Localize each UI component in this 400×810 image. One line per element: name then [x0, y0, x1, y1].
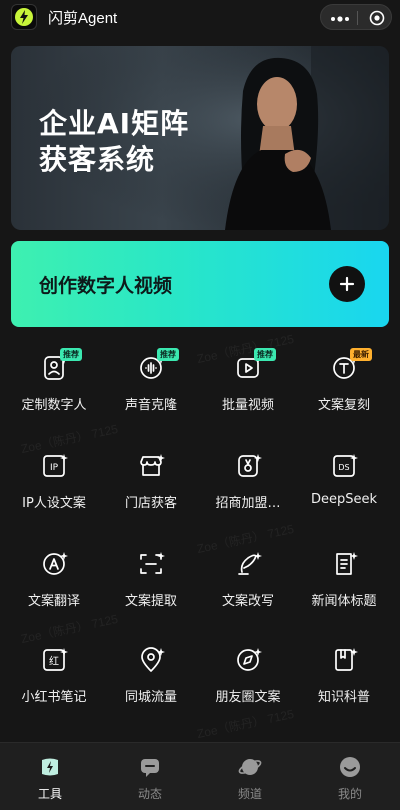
tool-label: 新闻体标题	[311, 594, 377, 609]
knowledge-book-icon	[330, 646, 358, 674]
nav-label: 我的	[337, 787, 362, 801]
tool-badge: 推荐	[60, 348, 82, 361]
create-card-label: 创作数字人视频	[39, 275, 173, 297]
tool-label: DeepSeek	[310, 492, 378, 507]
nav-label: 工具	[37, 787, 62, 801]
nav-item[interactable]: 我的	[300, 743, 400, 810]
tool-item[interactable]: IP IP人设文案	[4, 452, 104, 532]
tool-item[interactable]: 文案改写	[198, 550, 298, 630]
bottom-navigation: 工具 动态 频道 我的	[0, 742, 400, 810]
nav-item[interactable]: 频道	[200, 743, 300, 810]
rewrite-icon	[234, 550, 262, 578]
tool-badge: 最新	[350, 348, 372, 361]
plus-icon[interactable]	[329, 266, 365, 302]
franchise-icon	[234, 452, 262, 480]
tool-item[interactable]: 朋友圈文案	[198, 646, 298, 726]
target-close-icon[interactable]	[369, 10, 385, 31]
create-digital-human-card[interactable]: 创作数字人视频	[11, 241, 389, 327]
mini-program-capsule	[320, 4, 392, 30]
tool-label: 定制数字人	[21, 398, 87, 413]
nav-item[interactable]: 工具	[0, 743, 100, 810]
more-dots-icon[interactable]	[330, 12, 350, 30]
nav-label: 频道	[237, 787, 262, 801]
tool-label: 批量视频	[221, 398, 274, 413]
tool-item[interactable]: 同城流量	[101, 646, 201, 726]
location-icon	[137, 646, 165, 674]
tool-badge: 推荐	[254, 348, 276, 361]
ip-icon: IP	[40, 452, 68, 480]
tool-label: 文案改写	[221, 594, 274, 609]
channel-planet-icon	[238, 755, 262, 779]
promo-banner[interactable]: 企业AI矩阵 获客系统	[11, 46, 389, 230]
tool-label: 小红书笔记	[21, 690, 87, 705]
tool-label: 朋友圈文案	[215, 690, 281, 705]
svg-text:红: 红	[49, 655, 59, 668]
nav-label: 动态	[137, 787, 162, 801]
app-title: 闪剪Agent	[48, 10, 118, 27]
tool-item[interactable]: 文案提取	[101, 550, 201, 630]
tool-label: 同城流量	[124, 690, 177, 705]
store-icon	[137, 452, 165, 480]
top-bar: 闪剪Agent	[0, 0, 400, 34]
svg-text:IP: IP	[50, 463, 59, 473]
tool-item[interactable]: 文案翻译	[4, 550, 104, 630]
tool-label: 文案复刻	[317, 398, 370, 413]
deepseek-icon: DS	[330, 452, 358, 480]
capsule-divider	[357, 11, 358, 25]
tool-label: 文案翻译	[27, 594, 80, 609]
svg-text:DS: DS	[338, 463, 349, 472]
tool-label: 招商加盟…	[215, 496, 281, 511]
tool-item[interactable]: DS DeepSeek	[294, 452, 394, 532]
translate-icon	[40, 550, 68, 578]
tool-item[interactable]: 红小红书笔记	[4, 646, 104, 726]
lightning-logo-icon	[11, 4, 37, 30]
banner-headline: 企业AI矩阵 获客系统	[39, 106, 189, 178]
extract-icon	[137, 550, 165, 578]
feed-chat-icon	[138, 755, 162, 779]
tool-item[interactable]: 推荐声音克隆	[101, 348, 201, 434]
tool-label: 门店获客	[124, 496, 177, 511]
tool-label: 声音克隆	[124, 398, 177, 413]
banner-line-1: 企业AI矩阵	[39, 107, 190, 140]
moments-icon	[234, 646, 262, 674]
tool-label: 文案提取	[124, 594, 177, 609]
tool-label: 知识科普	[317, 690, 370, 705]
nav-item[interactable]: 动态	[100, 743, 200, 810]
tool-item[interactable]: 推荐定制数字人	[4, 348, 104, 434]
tool-badge: 推荐	[157, 348, 179, 361]
tool-item[interactable]: 推荐批量视频	[198, 348, 298, 434]
tool-item[interactable]: 最新文案复刻	[294, 348, 394, 434]
tools-icon	[38, 755, 62, 779]
tool-item[interactable]: 门店获客	[101, 452, 201, 532]
xiaohongshu-icon: 红	[40, 646, 68, 674]
tool-item[interactable]: 新闻体标题	[294, 550, 394, 630]
news-title-icon	[330, 550, 358, 578]
profile-face-icon	[338, 755, 362, 779]
tool-item[interactable]: 招商加盟…	[198, 452, 298, 532]
banner-line-2: 获客系统	[39, 143, 156, 176]
tool-item[interactable]: 知识科普	[294, 646, 394, 726]
tool-label: IP人设文案	[22, 496, 86, 511]
